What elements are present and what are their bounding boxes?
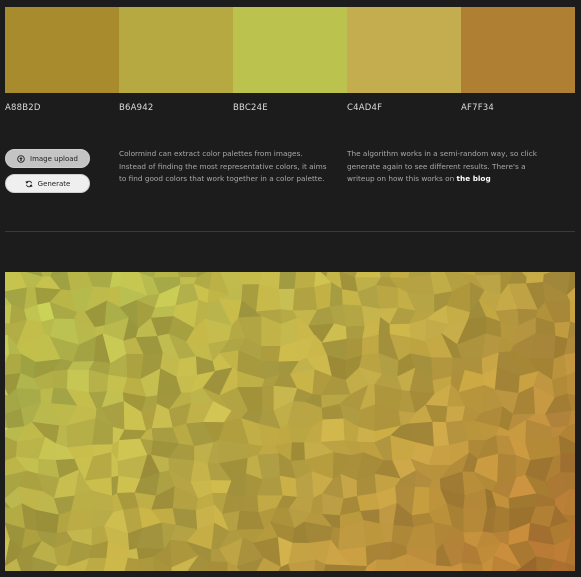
mosaic-cell bbox=[103, 557, 129, 571]
mosaic-cell bbox=[278, 272, 297, 290]
image-upload-label: Image upload bbox=[30, 154, 78, 163]
mosaic-cell bbox=[361, 334, 380, 356]
swatch-2[interactable] bbox=[119, 7, 233, 93]
source-image bbox=[5, 272, 575, 571]
algorithm-text-body: The algorithm works in a semi-random way… bbox=[347, 149, 537, 184]
mosaic-cell bbox=[176, 356, 198, 378]
upload-icon bbox=[17, 154, 25, 163]
mosaic-cell bbox=[375, 285, 399, 310]
mosaic-cell bbox=[52, 369, 69, 390]
mosaic-cell bbox=[560, 452, 575, 474]
mosaic-cell bbox=[152, 272, 181, 279]
mosaic-image bbox=[5, 272, 575, 571]
divider bbox=[5, 231, 575, 232]
mosaic-cell bbox=[138, 556, 155, 571]
mosaic-cell bbox=[292, 286, 318, 312]
mosaic-cell bbox=[66, 509, 95, 532]
refresh-icon bbox=[25, 180, 33, 188]
blog-link[interactable]: the blog bbox=[457, 174, 491, 183]
mosaic-cell bbox=[85, 557, 107, 571]
hex-code-4: C4AD4F bbox=[347, 103, 383, 113]
generate-button[interactable]: Generate bbox=[5, 174, 90, 193]
swatch-1[interactable] bbox=[5, 7, 119, 93]
intro-text: Colormind can extract color palettes fro… bbox=[119, 149, 327, 184]
mosaic-cell bbox=[290, 442, 306, 462]
swatch-4[interactable] bbox=[347, 7, 461, 93]
mosaic-cell bbox=[314, 282, 332, 311]
mosaic-cell bbox=[66, 369, 90, 394]
palette-swatches bbox=[5, 7, 575, 93]
mosaic-cell bbox=[492, 505, 510, 534]
mosaic-cell bbox=[356, 493, 380, 512]
swatch-3[interactable] bbox=[233, 7, 347, 93]
mosaic-cell bbox=[345, 325, 366, 340]
hex-code-2: B6A942 bbox=[119, 103, 154, 113]
generate-label: Generate bbox=[37, 179, 71, 188]
mosaic-cell bbox=[342, 304, 366, 328]
hex-code-5: AF7F34 bbox=[461, 103, 495, 113]
image-upload-button[interactable]: Image upload bbox=[5, 149, 90, 168]
mosaic-cell bbox=[278, 288, 296, 312]
mosaic-cell bbox=[261, 385, 275, 413]
mosaic-cell bbox=[294, 272, 317, 290]
mosaic-cell bbox=[256, 284, 282, 313]
algorithm-text: The algorithm works in a semi-random way… bbox=[347, 148, 547, 186]
mosaic-cell bbox=[411, 486, 430, 516]
mosaic-cell bbox=[354, 272, 382, 279]
mosaic-cell bbox=[260, 346, 282, 363]
mosaic-cell bbox=[320, 418, 346, 443]
palette-hex-codes: A88B2D B6A942 BBC24E C4AD4F AF7F34 bbox=[5, 103, 575, 113]
hex-code-1: A88B2D bbox=[5, 103, 41, 113]
mosaic-cell bbox=[279, 475, 298, 498]
swatch-5[interactable] bbox=[461, 7, 575, 93]
hex-code-3: BBC24E bbox=[233, 103, 268, 113]
